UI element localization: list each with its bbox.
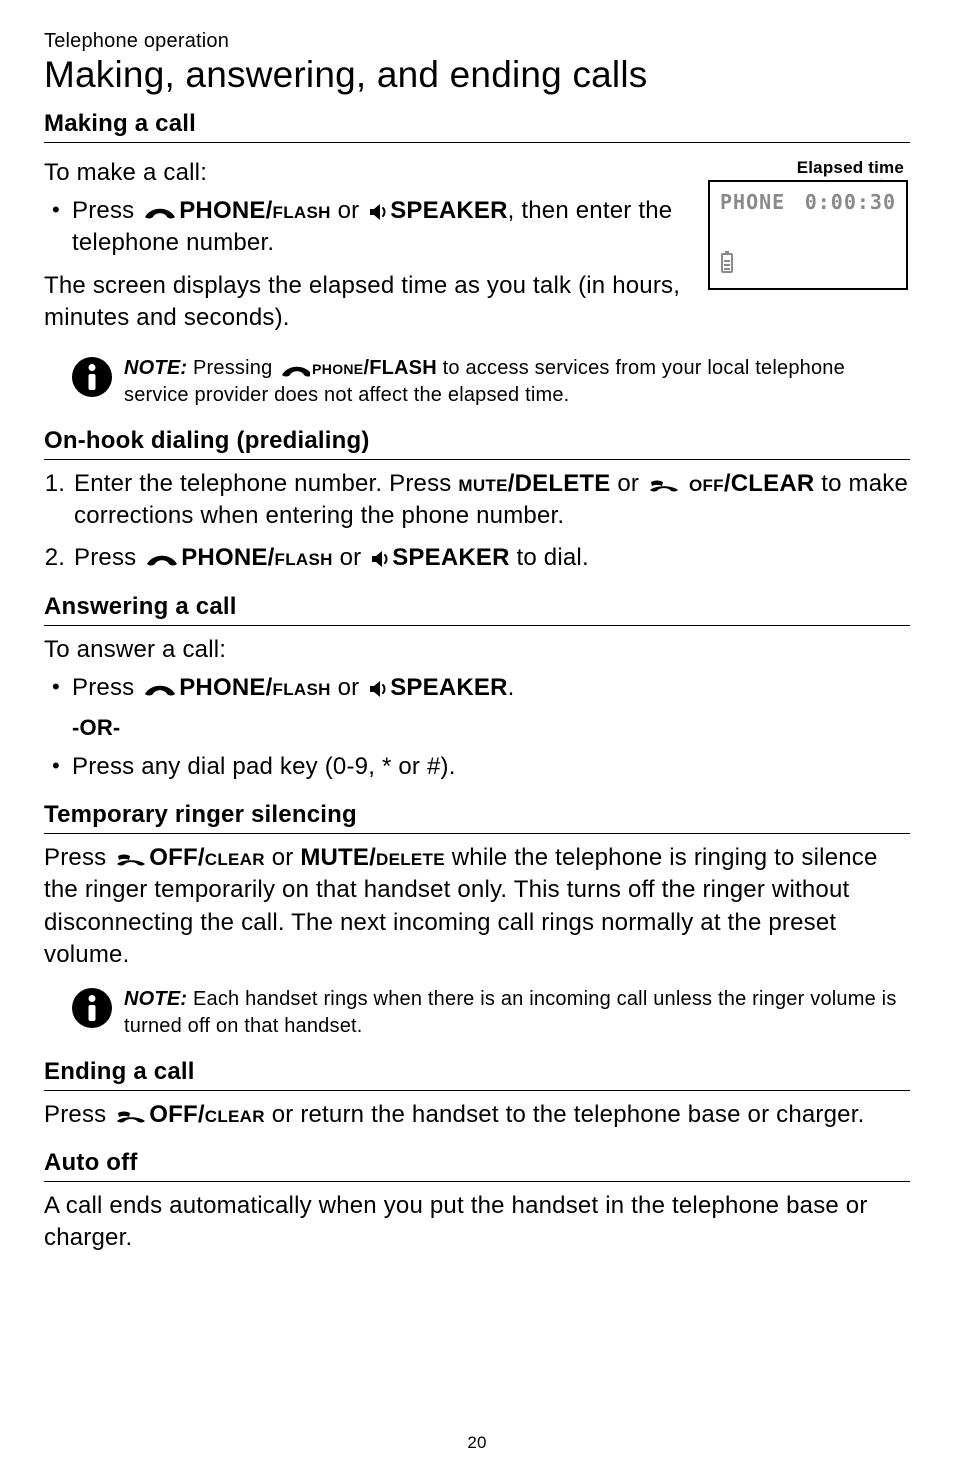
heading-auto-off: Auto off (44, 1149, 910, 1182)
lcd-callout: Elapsed time PHONE 0:00:30 (708, 158, 908, 290)
phone-key-label: PHONE (181, 544, 267, 571)
elapsed-time-label: Elapsed time (708, 158, 908, 178)
heading-silencing: Temporary ringer silencing (44, 801, 910, 834)
lcd-phone-text: PHONE (720, 190, 785, 214)
answering-bullet-1: Press PHONE/flash or SPEAKER. (72, 672, 910, 704)
lcd-time-text: 0:00:30 (805, 190, 896, 214)
pickup-icon (145, 553, 179, 569)
speaker-icon (370, 549, 390, 569)
clear-key-label: /CLEAR (724, 470, 815, 497)
text: or (331, 197, 366, 224)
text: or (333, 544, 368, 571)
off-key-label: OFF (149, 1101, 198, 1128)
text: Enter the telephone number. Press (74, 470, 458, 497)
predial-step-1: Enter the telephone number. Press mute/D… (72, 468, 910, 533)
clear-key-label: /clear (198, 844, 265, 871)
text: Press (72, 674, 141, 701)
text: Press (44, 1101, 113, 1128)
phone-key-label: PHONE (179, 197, 265, 224)
answering-bullet-2: Press any dial pad key (0-9, * or #). (72, 751, 910, 783)
section-label: Telephone operation (44, 30, 910, 53)
page-number: 20 (0, 1433, 954, 1453)
note-making-call: NOTE: Pressing phone/FLASH to access ser… (72, 355, 910, 409)
silencing-paragraph: Press OFF/clear or MUTE/delete while the… (44, 842, 910, 972)
or-separator: -OR- (72, 715, 910, 741)
text: Press (44, 844, 113, 871)
auto-off-paragraph: A call ends automatically when you put t… (44, 1190, 910, 1255)
clear-key-label: /clear (198, 1101, 265, 1128)
text: or return the handset to the telephone b… (265, 1101, 865, 1128)
text: or (331, 674, 366, 701)
note-silencing: NOTE: Each handset rings when there is a… (72, 986, 910, 1040)
text: Each handset rings when there is an inco… (124, 988, 897, 1037)
flash-key-label: /flash (268, 544, 333, 571)
making-call-intro: To make a call: (44, 157, 690, 189)
battery-icon (720, 250, 734, 278)
pickup-icon (143, 683, 177, 699)
text: Press (72, 197, 141, 224)
hangup-icon (115, 853, 147, 869)
text: Pressing (187, 357, 278, 379)
info-icon (72, 988, 112, 1028)
heading-predialing: On-hook dialing (predialing) (44, 427, 910, 460)
pickup-icon (143, 206, 177, 222)
heading-making-a-call: Making a call (44, 110, 910, 143)
answering-intro: To answer a call: (44, 634, 910, 666)
delete-key-label: delete (376, 844, 445, 871)
speaker-icon (368, 679, 388, 699)
phone-key-label: PHONE (179, 674, 265, 701)
hangup-icon (115, 1110, 147, 1126)
flash-key-label: /flash (266, 197, 331, 224)
mute-key-label: mute (458, 470, 507, 497)
text: Press (74, 544, 143, 571)
note-prefix: NOTE: (124, 357, 187, 379)
heading-answering: Answering a call (44, 593, 910, 626)
phone-key-label: phone (312, 357, 363, 379)
speaker-key-label: SPEAKER (392, 544, 509, 571)
speaker-icon (368, 202, 388, 222)
pickup-icon (280, 364, 310, 378)
making-call-bullet: Press PHONE/flash or SPEAKER, then enter… (72, 195, 690, 260)
text: or (611, 470, 646, 497)
info-icon (72, 357, 112, 397)
page-title: Making, answering, and ending calls (44, 55, 910, 96)
off-key-label: off (682, 470, 724, 497)
lcd-screen: PHONE 0:00:30 (708, 180, 908, 290)
ending-paragraph: Press OFF/clear or return the handset to… (44, 1099, 910, 1131)
off-key-label: OFF (149, 844, 198, 871)
note-prefix: NOTE: (124, 988, 187, 1010)
hangup-icon (648, 479, 680, 495)
predial-step-2: Press PHONE/flash or SPEAKER to dial. (72, 542, 910, 574)
flash-key-label: /FLASH (363, 357, 436, 379)
speaker-key-label: SPEAKER (390, 197, 507, 224)
elapsed-time-paragraph: The screen displays the elapsed time as … (44, 270, 690, 335)
delete-key-label: /DELETE (508, 470, 611, 497)
mute-key-label: MUTE/ (300, 844, 376, 871)
heading-ending: Ending a call (44, 1058, 910, 1091)
flash-key-label: /flash (266, 674, 331, 701)
text: or (265, 844, 300, 871)
text: . (508, 674, 515, 701)
speaker-key-label: SPEAKER (390, 674, 507, 701)
text: to dial. (510, 544, 589, 571)
